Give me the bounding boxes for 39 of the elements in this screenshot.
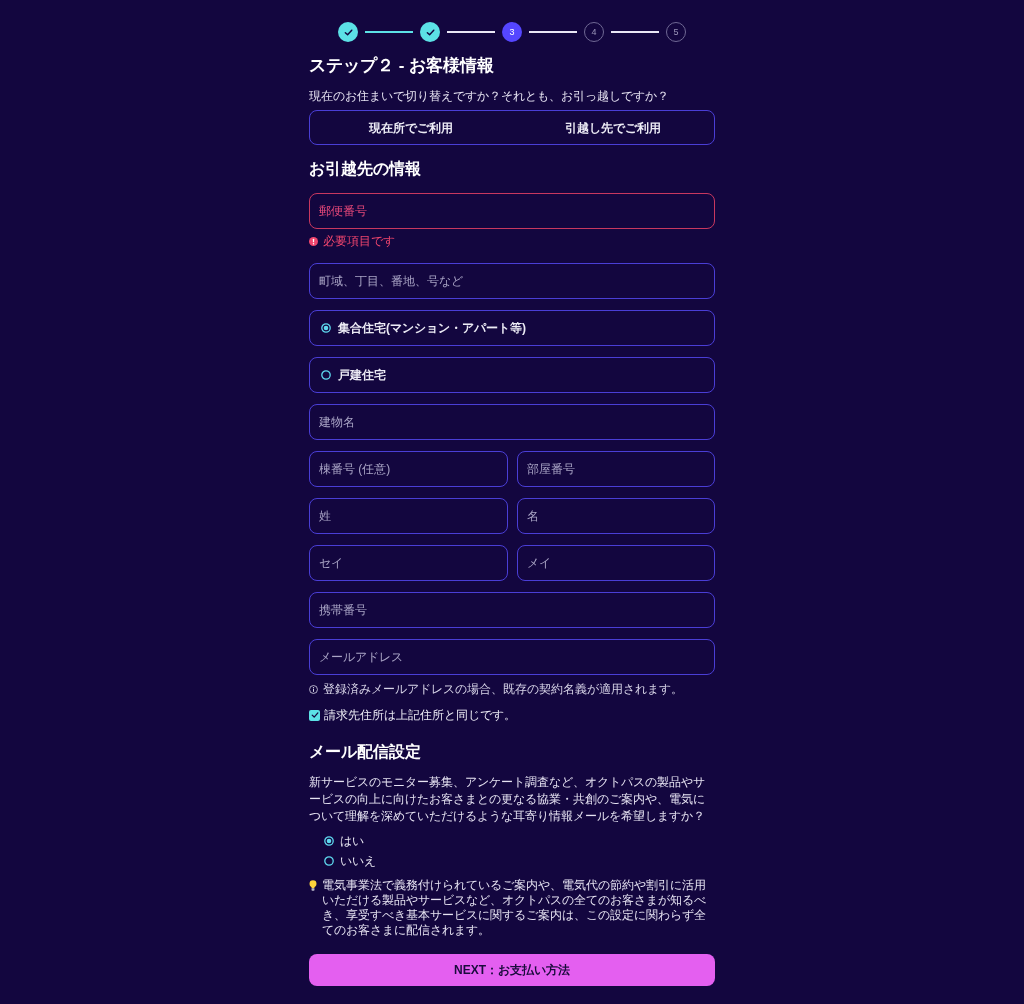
delivery-note: 電気事業法で義務付けられているご案内や、電気代の節約や割引に活用いただける製品やサービスなど、オクトパスの全てのお客さまが知るべき、享受すべき基本サービスに関するご案内は、この設定に関わらず全てのお客さまに配信されます。 xyxy=(322,878,707,938)
alert-icon xyxy=(309,236,318,246)
input-field[interactable]: メールアドレス xyxy=(309,639,715,675)
section-heading: メール配信設定 xyxy=(309,742,422,762)
step-connector xyxy=(365,31,413,33)
input-field[interactable]: 部屋番号 xyxy=(516,451,715,487)
input-field[interactable]: 建物名 xyxy=(309,404,715,440)
info-icon xyxy=(309,684,318,694)
step-indicator: 3 xyxy=(502,22,522,42)
check-icon xyxy=(343,27,353,37)
input-field[interactable]: 姓 xyxy=(309,498,508,534)
check-icon xyxy=(310,711,319,719)
section-heading: お引越先の情報 xyxy=(309,159,422,179)
step-connector xyxy=(529,31,577,33)
radio-option[interactable]: いいえ xyxy=(324,853,715,869)
next-button[interactable]: NEXT：お支払い方法 xyxy=(309,954,715,986)
option-button[interactable]: 現在所でご利用 xyxy=(310,111,512,144)
step-connector xyxy=(611,31,659,33)
input-field[interactable]: メイ xyxy=(516,545,715,581)
radio-option[interactable]: 集合住宅(マンション・アパート等) xyxy=(309,310,715,346)
step-connector xyxy=(447,31,495,33)
mail-question: 新サービスのモニター募集、アンケート調査など、オクトパスの製品やサービスの向上に向けたお客さまとの更なる協業・共創のご案内や、電気について理解を深めていただけるような耳寄り情報メールを希望しますか？ xyxy=(309,774,706,825)
input-field[interactable]: 名 xyxy=(516,498,715,534)
check-icon xyxy=(425,27,435,37)
radio-option[interactable]: 戸建住宅 xyxy=(309,357,715,393)
lightbulb-icon xyxy=(309,880,317,891)
input-field[interactable]: 携帯番号 xyxy=(309,592,715,628)
email-note: 登録済みメールアドレスの場合、既存の契約名義が適用されます。 xyxy=(323,682,683,696)
input-field[interactable]: 棟番号 (任意) xyxy=(309,451,508,487)
error-message: 必要項目です xyxy=(323,234,395,248)
option-button[interactable]: 引越し先でご利用 xyxy=(512,111,714,144)
page-title: ステップ２ - お客様情報 xyxy=(309,55,496,77)
checkbox[interactable] xyxy=(309,709,320,721)
radio-option[interactable]: はい xyxy=(324,833,715,849)
input-field[interactable]: 郵便番号 xyxy=(309,193,715,229)
input-field[interactable]: 町域、丁目、番地、号など xyxy=(309,263,715,299)
input-field[interactable]: セイ xyxy=(309,545,508,581)
move-question: 現在のお住まいで切り替えですか？それとも、お引っ越しですか？ xyxy=(309,88,670,104)
checkbox-label[interactable]: 請求先住所は上記住所と同じです。 xyxy=(324,708,516,722)
